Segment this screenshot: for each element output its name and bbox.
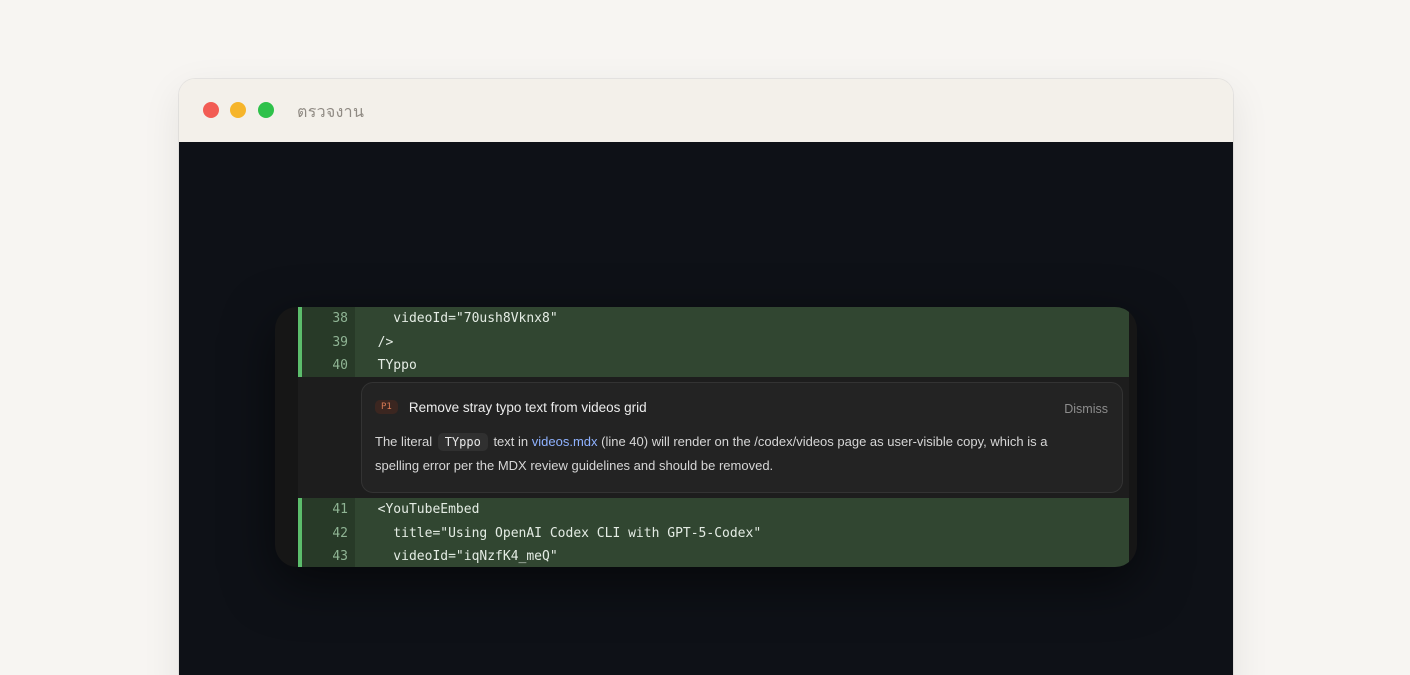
dismiss-button[interactable]: Dismiss	[1064, 402, 1108, 416]
code-review-card: 38 videoId="70ush8Vknx8" 39 /> 40 TYppo …	[275, 307, 1137, 567]
priority-badge: P1	[375, 400, 398, 414]
window-title: ตรวจงาน	[297, 102, 365, 121]
line-number: 42	[302, 521, 355, 545]
line-code: <YouTubeEmbed	[362, 502, 480, 517]
line-code: TYppo	[362, 358, 417, 373]
review-comment: P1 Remove stray typo text from videos gr…	[361, 382, 1123, 493]
file-link[interactable]: videos.mdx	[532, 434, 598, 449]
line-code: title="Using OpenAI Codex CLI with GPT-5…	[362, 525, 762, 541]
title-bar: ตรวจงาน	[179, 79, 1233, 142]
diff-block-bottom: 41 <YouTubeEmbed 42 title="Using OpenAI …	[298, 498, 1129, 567]
diff-block-top: 38 videoId="70ush8Vknx8" 39 /> 40 TYppo	[298, 307, 1129, 378]
content-area: 38 videoId="70ush8Vknx8" 39 /> 40 TYppo …	[179, 142, 1233, 675]
line-code: />	[362, 334, 394, 350]
line-number: 40	[302, 354, 355, 378]
inline-code: TYppo	[437, 433, 488, 451]
body-text: text in	[489, 434, 532, 449]
line-code: videoId="iqNzfK4_meQ"	[362, 549, 558, 564]
zoom-window-button[interactable]	[258, 102, 274, 118]
review-comment-header: P1 Remove stray typo text from videos gr…	[375, 398, 1122, 416]
line-code: videoId="70ush8Vknx8"	[362, 311, 558, 326]
close-window-button[interactable]	[203, 102, 219, 118]
diff-line: 41 <YouTubeEmbed	[298, 498, 1129, 522]
line-number: 38	[302, 307, 355, 331]
review-comment-body: The literal TYppo text in videos.mdx (li…	[375, 430, 1095, 478]
diff-line: 38 videoId="70ush8Vknx8"	[298, 307, 1129, 331]
line-number: 41	[302, 498, 355, 522]
diff-line: 39 />	[298, 330, 1129, 354]
line-number: 39	[302, 330, 355, 354]
body-text: The literal	[375, 434, 436, 449]
diff-line: 42 title="Using OpenAI Codex CLI with GP…	[298, 521, 1129, 545]
diff-line: 40 TYppo	[298, 354, 1129, 378]
review-comment-title: Remove stray typo text from videos grid	[408, 399, 647, 415]
app-window: ตรวจงาน 38 videoId="70ush8Vknx8" 39 /> 4…	[179, 79, 1233, 675]
line-number: 43	[302, 545, 355, 567]
diff-line: 43 videoId="iqNzfK4_meQ"	[298, 545, 1129, 567]
inline-comment-row: P1 Remove stray typo text from videos gr…	[298, 377, 1129, 498]
minimize-window-button[interactable]	[230, 102, 246, 118]
